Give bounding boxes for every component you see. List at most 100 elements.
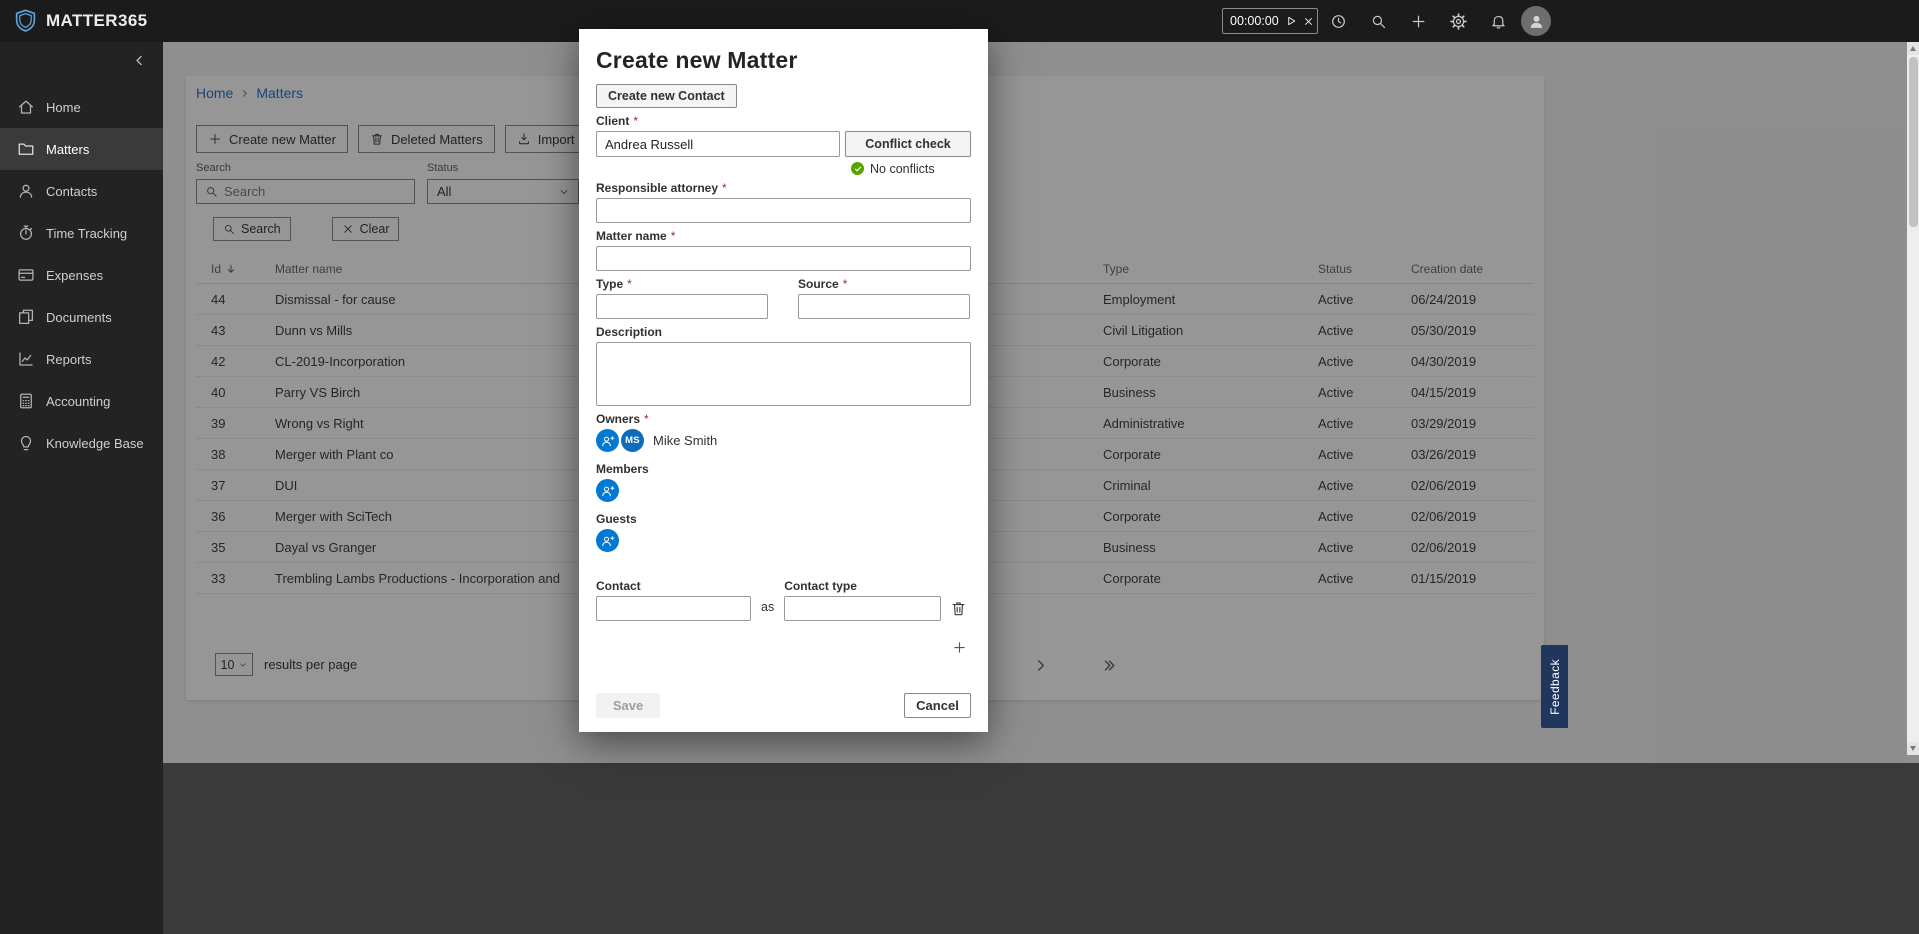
- sidebar-item-reports[interactable]: Reports: [0, 338, 163, 380]
- sidebar-collapse-button[interactable]: [133, 54, 146, 67]
- responsible-attorney-input[interactable]: [596, 198, 971, 223]
- owners-label: Owners *: [596, 412, 649, 426]
- sidebar-item-label: Knowledge Base: [46, 435, 144, 451]
- sidebar-item-documents[interactable]: Documents: [0, 296, 163, 338]
- sidebar-item-label: Accounting: [46, 393, 111, 409]
- notifications-button[interactable]: [1478, 0, 1518, 42]
- source-input[interactable]: [798, 294, 970, 319]
- add-icon: [1410, 13, 1427, 30]
- add-person-icon: [601, 484, 615, 498]
- sidebar-item-knowledge-base[interactable]: Knowledge Base: [0, 422, 163, 464]
- sidebar-item-matters[interactable]: Matters: [0, 128, 163, 170]
- contact-label: Contact: [596, 579, 641, 593]
- required-mark: *: [644, 412, 649, 426]
- add-icon: [952, 640, 967, 655]
- stopwatch-icon: [17, 224, 35, 242]
- settings-button[interactable]: [1438, 0, 1478, 42]
- required-mark: *: [722, 181, 727, 195]
- add-person-icon: [601, 534, 615, 548]
- add-contact-row-button[interactable]: [952, 640, 967, 655]
- client-input[interactable]: [596, 131, 840, 157]
- brand-logo-icon: [13, 8, 38, 33]
- add-person-icon: [601, 434, 615, 448]
- cancel-button[interactable]: Cancel: [904, 693, 971, 718]
- feedback-tab[interactable]: Feedback: [1541, 645, 1568, 728]
- trash-icon: [950, 600, 967, 617]
- guests-row: [596, 529, 971, 552]
- client-row: Conflict check: [596, 131, 971, 157]
- create-matter-dialog: Create new Matter Create new Contact Cli…: [579, 29, 988, 732]
- matter-name-label: Matter name *: [596, 229, 676, 243]
- sidebar-item-label: Expenses: [46, 267, 104, 283]
- history-icon: [1330, 13, 1347, 30]
- folder-icon: [17, 140, 35, 158]
- contact-type-input[interactable]: [784, 596, 942, 621]
- history-button[interactable]: [1318, 0, 1358, 42]
- contact-row: Contact as Contact type: [596, 579, 971, 621]
- avatar-icon: [1528, 13, 1545, 30]
- sidebar-item-accounting[interactable]: Accounting: [0, 380, 163, 422]
- description-label: Description: [596, 325, 663, 339]
- triangle-down-icon: [1910, 746, 1916, 751]
- card-icon: [17, 266, 35, 284]
- home-icon: [17, 98, 35, 116]
- search-icon: [1370, 13, 1387, 30]
- required-mark: *: [633, 114, 639, 128]
- timer-widget: 00:00:00: [1222, 8, 1318, 34]
- matter-name-input[interactable]: [596, 246, 971, 271]
- add-guest-button[interactable]: [596, 529, 619, 552]
- sidebar-item-label: Home: [46, 99, 81, 115]
- global-search-button[interactable]: [1358, 0, 1398, 42]
- scroll-up-button[interactable]: [1907, 42, 1919, 55]
- quick-add-button[interactable]: [1398, 0, 1438, 42]
- type-input[interactable]: [596, 294, 768, 319]
- sidebar-item-label: Contacts: [46, 183, 98, 199]
- docs-icon: [17, 308, 35, 326]
- sidebar-item-label: Documents: [46, 309, 112, 325]
- description-textarea[interactable]: [596, 342, 971, 406]
- check-circle-icon: [851, 162, 864, 175]
- type-label: Type *: [596, 277, 632, 291]
- notifications-icon: [1490, 13, 1507, 30]
- sidebar-item-expenses[interactable]: Expenses: [0, 254, 163, 296]
- timer-play-icon[interactable]: [1285, 15, 1297, 27]
- source-label: Source *: [798, 277, 848, 291]
- settings-icon: [1450, 13, 1467, 30]
- person-icon: [17, 182, 35, 200]
- brand-name: MATTER365: [46, 11, 148, 30]
- feedback-label: Feedback: [1547, 658, 1562, 715]
- sidebar-menu: Home Matters Contacts Time Tracking Expenses…: [0, 86, 163, 464]
- scroll-down-button[interactable]: [1907, 742, 1919, 755]
- create-new-contact-button[interactable]: Create new Contact: [596, 84, 737, 108]
- sidebar-item-label: Matters: [46, 141, 90, 157]
- save-button[interactable]: Save: [596, 693, 660, 718]
- sidebar-item-time-tracking[interactable]: Time Tracking: [0, 212, 163, 254]
- conflict-status: No conflicts: [851, 162, 971, 176]
- owner-avatar: MS: [621, 429, 644, 452]
- chevron-left-icon: [133, 54, 146, 67]
- members-label: Members: [596, 462, 649, 476]
- scrollbar[interactable]: [1907, 42, 1919, 755]
- bulb-icon: [17, 434, 35, 452]
- sidebar-item-home[interactable]: Home: [0, 86, 163, 128]
- calc-icon: [17, 392, 35, 410]
- members-row: [596, 479, 971, 502]
- modal-overlay[interactable]: [163, 42, 1919, 763]
- timer-close-icon[interactable]: [1303, 16, 1314, 27]
- user-avatar[interactable]: [1521, 6, 1551, 36]
- add-member-button[interactable]: [596, 479, 619, 502]
- chart-icon: [17, 350, 35, 368]
- contact-input[interactable]: [596, 596, 751, 621]
- add-owner-button[interactable]: [596, 429, 619, 452]
- client-label: Client *: [596, 114, 639, 128]
- owner-name: Mike Smith: [653, 433, 718, 448]
- owners-row: MS Mike Smith: [596, 429, 971, 452]
- required-mark: *: [842, 277, 848, 291]
- sidebar-item-contacts[interactable]: Contacts: [0, 170, 163, 212]
- as-label: as: [761, 600, 775, 614]
- remove-contact-button[interactable]: [950, 600, 967, 617]
- type-source-row: Type * Source *: [596, 277, 971, 319]
- contact-type-label: Contact type: [784, 579, 857, 593]
- conflict-check-button[interactable]: Conflict check: [845, 131, 971, 157]
- scrollbar-thumb[interactable]: [1908, 57, 1918, 227]
